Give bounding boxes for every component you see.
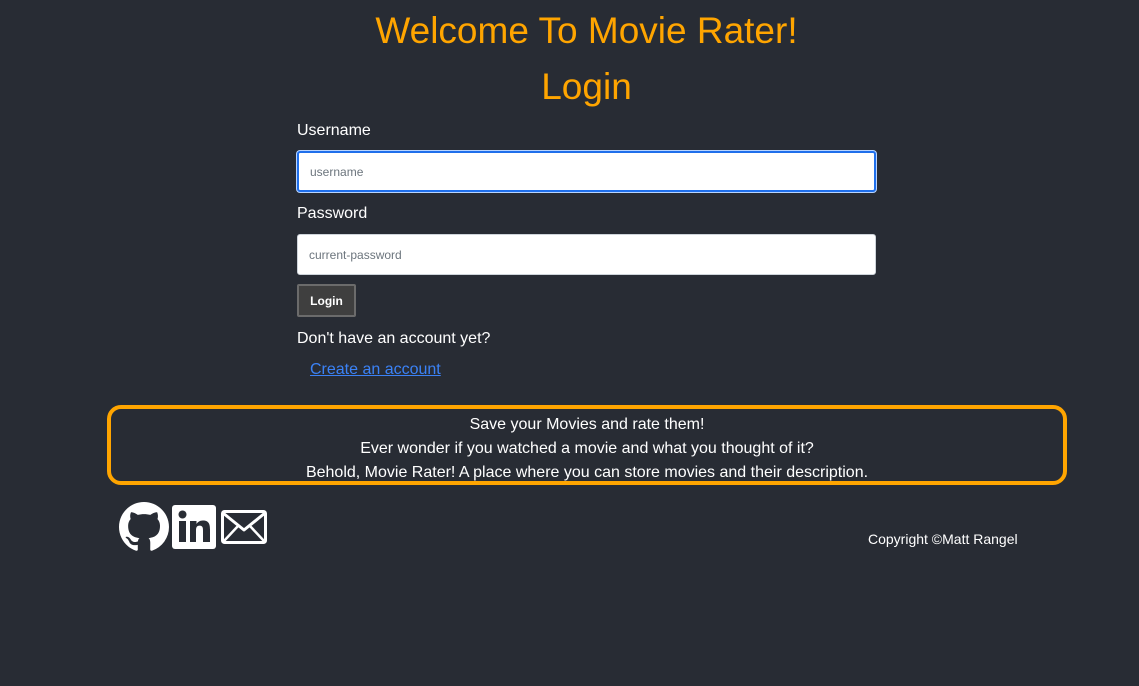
password-label: Password [297,205,368,222]
no-account-text: Don't have an account yet? [297,330,491,347]
page: Welcome To Movie Rater! Login Username P… [0,0,1139,686]
info-line: Behold, Movie Rater! A place where you c… [305,464,869,481]
create-account-link[interactable]: Create an account [310,360,441,380]
info-line: Ever wonder if you watched a movie and w… [360,440,814,457]
info-line: Save your Movies and rate them! [469,416,705,433]
page-title: Login [541,66,632,107]
login-button[interactable]: Login [297,284,356,317]
welcome-title: Welcome To Movie Rater! [375,10,798,51]
password-input[interactable] [297,234,876,275]
info-box: Save your Movies and rate them! Ever won… [107,405,1067,485]
github-icon[interactable] [119,502,169,552]
username-label: Username [297,122,371,139]
mail-icon[interactable] [221,510,267,544]
username-input[interactable] [297,151,876,192]
copyright-text: Copyright ©Matt Rangel [868,531,1018,547]
linkedin-icon[interactable] [172,505,216,549]
